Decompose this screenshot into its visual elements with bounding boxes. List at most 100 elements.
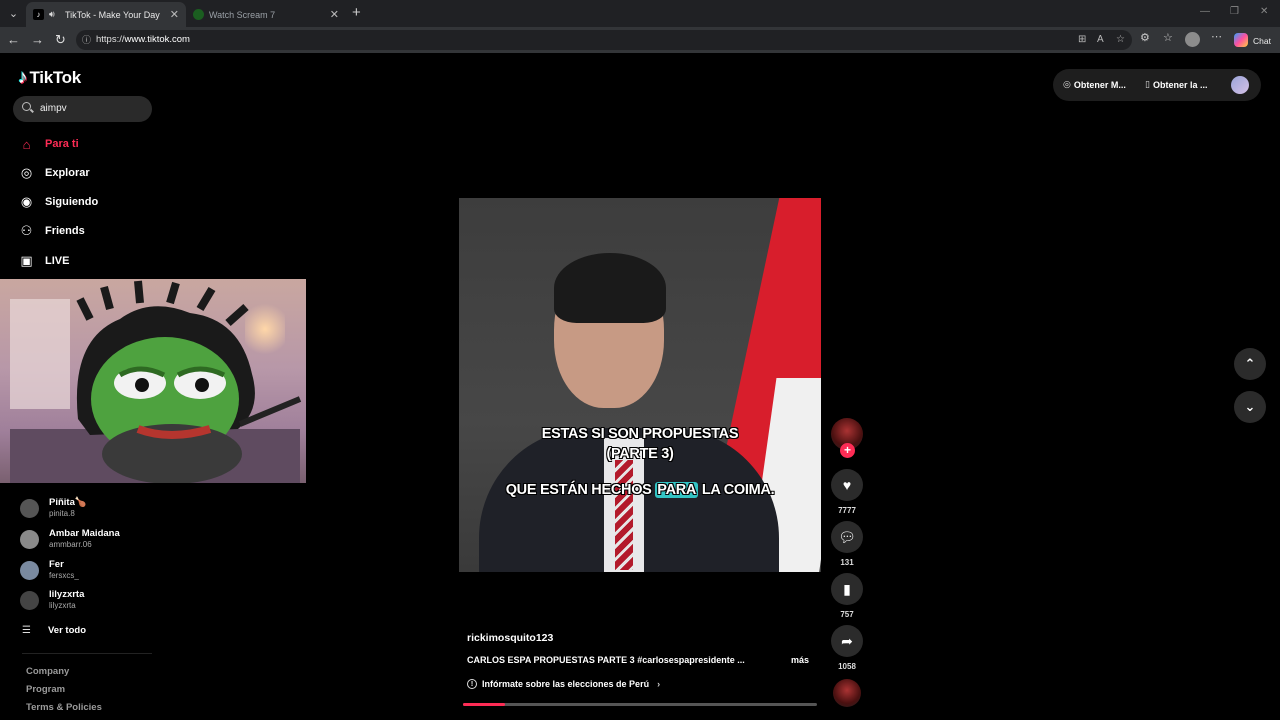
search-value: aimpv [40, 103, 67, 114]
music-disc-avatar[interactable] [833, 679, 861, 707]
chat-button[interactable]: Chat [1253, 36, 1271, 46]
apps-icon[interactable]: ⊞ [1078, 34, 1086, 45]
reload-icon[interactable]: ↻ [55, 32, 66, 48]
tiktok-note-icon: ♪ [18, 67, 28, 88]
save-button[interactable]: ▮ [831, 573, 863, 605]
footer-link-company[interactable]: Company [26, 666, 69, 677]
account-name: lilyzxrta [49, 589, 85, 600]
pepe-avatar-image [76, 280, 302, 483]
account-name: Ambar Maidana [49, 528, 120, 539]
video-description: CARLOS ESPA PROPUESTAS PARTE 3 #carloses… [467, 655, 745, 665]
bookmark-icon: ▮ [843, 580, 851, 597]
translate-icon[interactable]: A [1097, 34, 1104, 45]
tab-title: TikTok - Make Your Day [65, 9, 160, 20]
close-tab-icon[interactable]: ✕ [170, 8, 179, 21]
browser-toolbar: ← → ↻ ⓘ https://www.tiktok.com ⊞ A ☆ ⚙ ☆… [0, 27, 1280, 53]
favorite-star-icon[interactable]: ☆ [1116, 34, 1125, 45]
tab-watch-scream[interactable]: Watch Scream 7 ✕ [186, 2, 346, 27]
home-icon: ⌂ [22, 136, 31, 152]
compass-icon: ◎ [20, 165, 33, 180]
list-icon: ☰ [22, 625, 31, 636]
comment-button[interactable]: 💬︎ [831, 521, 863, 553]
phone-icon: ▯ [1145, 79, 1150, 89]
sidebar-divider [22, 653, 152, 654]
tiktok-logo[interactable]: ♪ TikTok [18, 67, 81, 89]
video-progress-bar[interactable] [463, 703, 817, 706]
caption-line-2: (PARTE 3) [606, 446, 674, 462]
nav-item-para-ti[interactable]: ⌂ Para ti [18, 134, 79, 154]
save-count: 757 [840, 610, 854, 619]
top-right-actions: ◎ Obtener M... ▯ Obtener la ... [1053, 69, 1261, 101]
account-handle: ammbarr.06 [49, 540, 92, 549]
election-info-banner[interactable]: ! Infórmate sobre las elecciones de Perú… [467, 679, 660, 689]
nav-label: Para ti [45, 138, 79, 150]
share-button[interactable]: ➦ [831, 625, 863, 657]
search-icon [22, 102, 31, 111]
url-scheme: https:// [96, 34, 125, 45]
minimize-icon[interactable]: — [1200, 6, 1210, 17]
url-text: https://www.tiktok.com [96, 34, 190, 45]
get-coins-label: Obtener M... [1073, 79, 1126, 90]
comment-count: 131 [840, 558, 854, 567]
info-icon: ! [467, 679, 477, 689]
nav-label: Siguiendo [45, 196, 99, 208]
window-close-icon[interactable]: ✕ [1260, 6, 1268, 17]
heart-icon: ♥ [842, 477, 852, 493]
get-app-button[interactable]: ▯ Obtener la ... [1145, 79, 1207, 90]
chevron-right-icon: › [657, 679, 661, 689]
back-arrow-icon[interactable]: ← [7, 32, 20, 48]
footer-link-terms[interactable]: Terms & Policies [26, 702, 102, 713]
profile-avatar[interactable] [1185, 32, 1200, 47]
account-handle: fersxcs_ [49, 571, 79, 580]
search-input[interactable]: aimpv [13, 96, 152, 122]
nav-item-live[interactable]: ▣ LIVE [18, 251, 69, 271]
tiktok-favicon-icon: ♪ [33, 9, 44, 20]
like-button[interactable]: ♥ [831, 469, 863, 501]
nav-item-friends[interactable]: ⚇ Friends [18, 221, 85, 241]
tiktok-page: ♪ TikTok aimpv ⌂ Para ti ◎ Explorar ◉ Si… [0, 53, 1280, 720]
close-tab-icon[interactable]: ✕ [330, 8, 339, 21]
see-all-button[interactable]: ☰ Ver todo [22, 625, 86, 636]
speaker-tie [615, 460, 633, 570]
nav-item-siguiendo[interactable]: ◉ Siguiendo [18, 192, 98, 212]
forward-arrow-icon[interactable]: → [31, 32, 44, 48]
follow-plus-icon[interactable]: + [840, 443, 855, 458]
tab-title: Watch Scream 7 [209, 9, 276, 20]
address-bar[interactable]: ⓘ https://www.tiktok.com ⊞ A ☆ [76, 30, 1132, 50]
more-menu-icon[interactable]: ⋯ [1211, 30, 1222, 43]
video-author[interactable]: rickimosquito123 [467, 632, 553, 644]
speaker-icon[interactable]: 🔊︎ [49, 9, 61, 20]
avatar [20, 499, 39, 518]
video-caption-top: ESTAS SI SON PROPUESTAS (PARTE 3) [459, 424, 821, 464]
restore-icon[interactable]: ❐ [1230, 6, 1239, 17]
favorites-icon[interactable]: ☆ [1163, 31, 1173, 44]
site-info-icon[interactable]: ⓘ [82, 33, 91, 46]
get-coins-button[interactable]: ◎ Obtener M... [1063, 79, 1126, 90]
nav-label: Explorar [45, 167, 90, 179]
url-host: www.tiktok.com [124, 34, 190, 45]
next-video-button[interactable]: ⌄ [1234, 391, 1266, 423]
tab-tiktok[interactable]: ♪ 🔊︎ TikTok - Make Your Day ✕ [26, 2, 186, 27]
new-tab-plus-icon[interactable]: + [352, 5, 361, 20]
site-favicon-icon [193, 9, 204, 20]
user-avatar[interactable] [1231, 76, 1249, 94]
speaker-hair [554, 253, 666, 323]
previous-video-button[interactable]: ⌃ [1234, 348, 1266, 380]
see-all-label: Ver todo [48, 625, 87, 636]
footer-link-program[interactable]: Program [26, 684, 65, 695]
caption-post: LA COIMA. [701, 482, 775, 498]
avatar [20, 530, 39, 549]
nav-label: Friends [45, 225, 85, 237]
video-caption-bottom: QUE ESTÁN HECHOS PARA LA COIMA. [459, 482, 821, 498]
avatar [20, 591, 39, 610]
video-player[interactable]: ESTAS SI SON PROPUESTAS (PARTE 3) QUE ES… [459, 198, 821, 572]
nav-item-explorar[interactable]: ◎ Explorar [18, 163, 90, 183]
more-button[interactable]: más [791, 655, 809, 665]
chevron-down-icon: ⌄ [1244, 399, 1256, 414]
live-icon: ▣ [20, 253, 33, 268]
nav-label: LIVE [45, 255, 70, 267]
extensions-icon[interactable]: ⚙ [1140, 31, 1150, 44]
copilot-icon[interactable] [1234, 33, 1248, 47]
following-icon: ◉ [20, 194, 33, 209]
tab-list-chevron-icon[interactable]: ⌄ [4, 4, 23, 23]
